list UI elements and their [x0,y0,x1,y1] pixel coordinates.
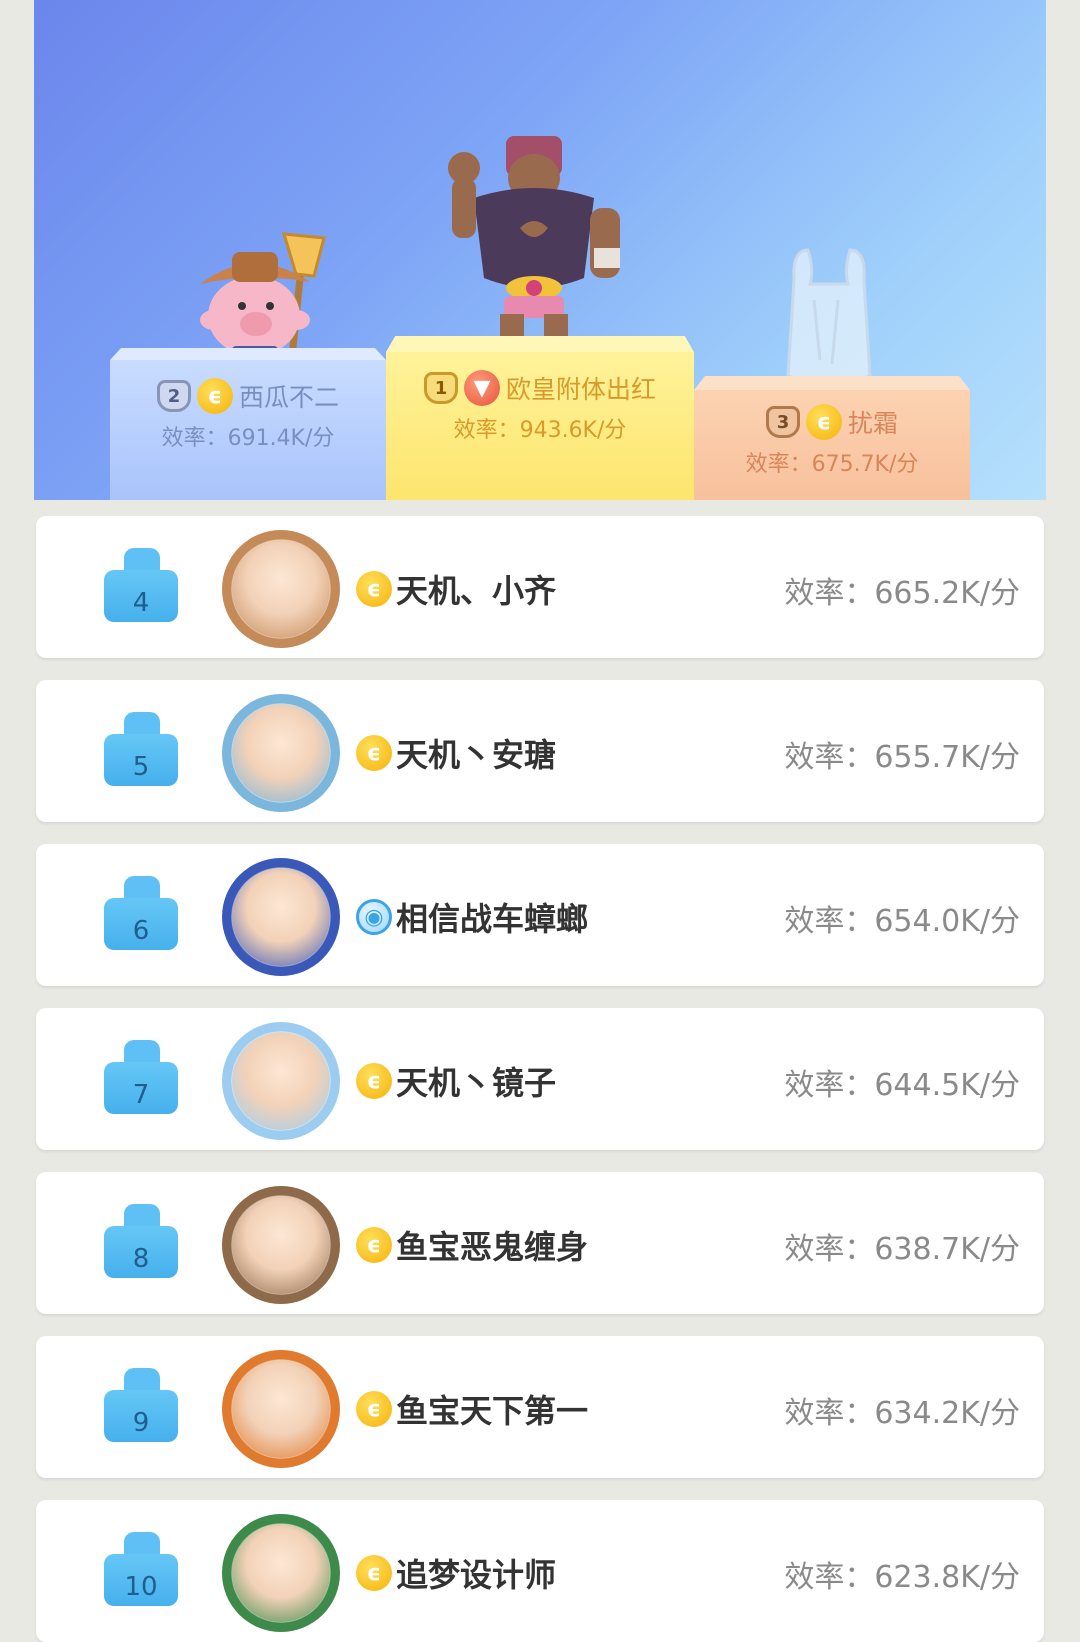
plastic-bag-icon [786,248,872,385]
podium-name: 扰霜 [847,409,898,438]
leaderboard-row[interactable]: 9 ϵ 鱼宝天下第一 效率：634.2K/分 [36,1336,1044,1478]
player-name: 天机、小齐 [396,572,557,610]
coin-icon: ϵ [356,571,392,607]
rank-cloud-badge: 5 [104,712,178,786]
leaderboard-row[interactable]: 4 ϵ 天机、小齐 效率：665.2K/分 [36,516,1044,658]
coin-icon: ϵ [805,404,842,440]
coin-icon: ϵ [196,378,233,414]
efficiency-rate: 效率：655.7K/分 [784,740,1020,775]
rank-number: 8 [132,1244,150,1274]
player-name: 追梦设计师 [396,1556,557,1594]
leaderboard-row[interactable]: 7 ϵ 天机丶镜子 效率：644.5K/分 [36,1008,1044,1150]
podium-panel: 2 ϵ 西瓜不二 效率：691.4K/分 1 ▼ 欧皇附体出红 效率：943.6… [34,0,1046,500]
avatar[interactable] [222,694,340,812]
efficiency-rate: 效率：634.2K/分 [784,1396,1020,1431]
avatar[interactable] [222,1514,340,1632]
avatar[interactable] [222,858,340,976]
rank-cloud-badge: 8 [104,1204,178,1278]
coin-icon: ϵ [356,1227,392,1263]
podium-first: 1 ▼ 欧皇附体出红 效率：943.6K/分 [386,352,694,500]
rank-cloud-badge: 9 [104,1368,178,1442]
efficiency-rate: 效率：644.5K/分 [784,1068,1020,1103]
podium-rate: 效率：943.6K/分 [453,418,627,443]
player-name: 相信战车蟑螂 [396,900,589,938]
rank-number: 4 [132,588,150,618]
rank-cloud-badge: 10 [104,1532,178,1606]
podium-rate: 效率：691.4K/分 [161,426,335,451]
podium-name: 欧皇附体出红 [505,375,656,404]
efficiency-rate: 效率：665.2K/分 [784,576,1020,611]
rank-number: 10 [124,1572,158,1602]
rank-number: 5 [132,752,150,782]
player-name: 鱼宝恶鬼缠身 [396,1228,589,1266]
efficiency-rate: 效率：638.7K/分 [784,1232,1020,1267]
avatar[interactable] [222,1022,340,1140]
leaderboard-row[interactable]: 8 ϵ 鱼宝恶鬼缠身 效率：638.7K/分 [36,1172,1044,1314]
rank-number: 9 [132,1408,150,1438]
leaderboard-row[interactable]: 10 ϵ 追梦设计师 效率：623.8K/分 [36,1500,1044,1642]
rank-2-shield-icon: 2 [156,380,191,412]
rank-3-shield-icon: 3 [765,406,800,438]
leaderboard-row[interactable]: 6 ◉ 相信战车蟑螂 效率：654.0K/分 [36,844,1044,986]
podium-second: 2 ϵ 西瓜不二 效率：691.4K/分 [110,360,386,500]
pig-cowboy-icon [200,232,326,360]
leaderboard-row[interactable]: 5 ϵ 天机丶安瑭 效率：655.7K/分 [36,680,1044,822]
coin-icon: ϵ [356,1063,392,1099]
player-name: 天机丶镜子 [396,1064,557,1102]
coin-icon: ϵ [356,1555,392,1591]
player-name: 天机丶安瑭 [396,736,557,774]
coin-icon: ϵ [356,1391,392,1427]
efficiency-rate: 效率：623.8K/分 [784,1560,1020,1595]
rank-1-shield-icon: 1 [423,372,458,404]
muscle-man-icon [448,136,620,352]
efficiency-rate: 效率：654.0K/分 [784,904,1020,939]
coin-icon: ϵ [356,735,392,771]
podium-rate: 效率：675.7K/分 [745,452,919,477]
podium-third: 3 ϵ 扰霜 效率：675.7K/分 [694,390,970,500]
rank-number: 6 [132,916,150,946]
rank-cloud-badge: 4 [104,548,178,622]
rank-cloud-badge: 7 [104,1040,178,1114]
avatar[interactable] [222,1350,340,1468]
player-name: 鱼宝天下第一 [396,1392,589,1430]
red-demon-coin-icon: ▼ [463,370,500,406]
rank-number: 7 [132,1080,150,1110]
avatar[interactable] [222,530,340,648]
rank-cloud-badge: 6 [104,876,178,950]
blue-badge-icon: ◉ [356,899,392,935]
avatar[interactable] [222,1186,340,1304]
podium-name: 西瓜不二 [238,383,339,412]
